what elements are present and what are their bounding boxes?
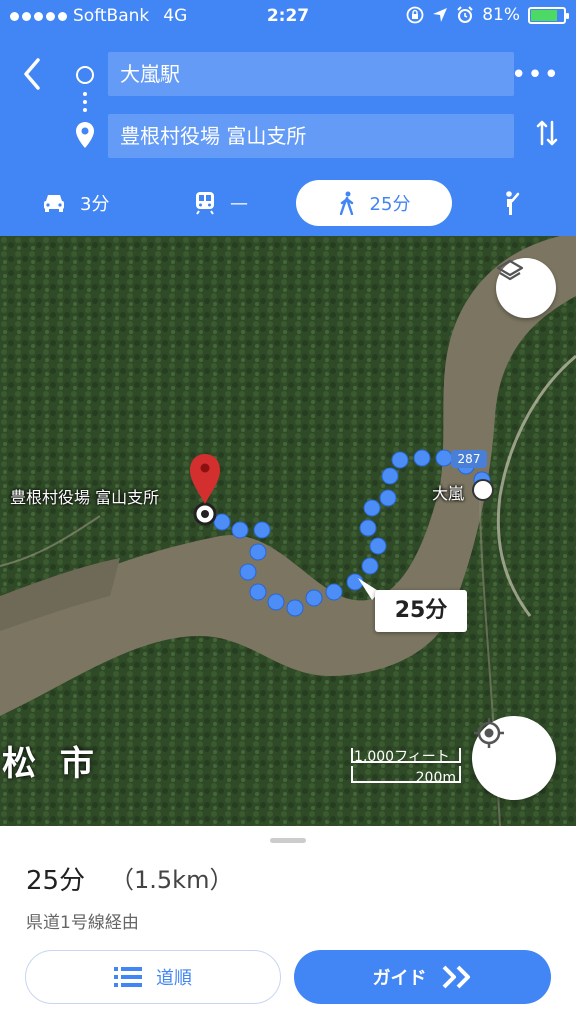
location-arrow-icon [433, 8, 448, 22]
transit-duration: — [230, 192, 248, 214]
mode-transit[interactable]: — [194, 180, 248, 226]
hail-ride-icon [506, 191, 520, 215]
mode-walk[interactable]: 25分 [296, 180, 452, 226]
mode-car[interactable]: 3分 [42, 180, 109, 226]
alarm-icon [457, 6, 473, 23]
rotation-lock-icon [406, 6, 424, 24]
destination-pin-icon [76, 122, 94, 148]
battery-icon [528, 6, 569, 24]
car-duration: 3分 [80, 194, 110, 215]
route-indicator [72, 60, 96, 160]
route-dots-icon [83, 92, 87, 116]
route-distance: （1.5km） [110, 866, 234, 894]
destination-field[interactable]: 豊根村役場 富山支所 [108, 114, 514, 158]
crosshair-icon [474, 718, 504, 748]
origin-field[interactable]: 大嵐駅 [108, 52, 514, 96]
steps-button[interactable]: 道順 [25, 950, 281, 1004]
city-label: 松 市 [2, 744, 100, 784]
walk-icon [339, 191, 353, 215]
sheet-drag-handle[interactable] [270, 838, 306, 843]
car-icon [44, 195, 64, 212]
route-via: 県道1号線経由 [26, 913, 139, 933]
back-icon[interactable] [18, 56, 48, 92]
duration-callout[interactable]: 25分 [375, 590, 467, 632]
status-right: 81% [406, 5, 569, 25]
my-location-button[interactable] [472, 716, 556, 800]
origin-circle-icon [76, 66, 94, 84]
travel-modes: 3分 — 25分 [0, 180, 576, 226]
list-icon [114, 967, 142, 987]
route-summary-sheet: 25分 （1.5km） 県道1号線経由 道順 ガイド [0, 826, 576, 1024]
guide-label: ガイド [372, 968, 427, 989]
origin-map-label: 大嵐 [432, 484, 465, 503]
layers-icon [496, 259, 524, 281]
double-chevron-right-icon [442, 965, 470, 989]
mode-ride[interactable] [500, 180, 522, 226]
guide-button[interactable]: ガイド [294, 950, 551, 1004]
swap-icon[interactable] [536, 118, 558, 148]
more-options-icon[interactable]: ••• [511, 60, 560, 90]
status-bar: SoftBank 4G 2:27 81% [0, 0, 576, 34]
layers-button[interactable] [496, 258, 556, 318]
scale-feet: 1,000フィート [354, 749, 450, 765]
header: SoftBank 4G 2:27 81% 大嵐駅 豊根村役場 富山支所 ••• … [0, 0, 576, 236]
route-number-badge: 287 [451, 450, 487, 468]
origin-marker-icon [472, 479, 494, 501]
battery-percent: 81% [482, 5, 520, 25]
map-view[interactable]: 豊根村役場 富山支所 大嵐 287 25分 松 市 1,000フィート 200m [0, 236, 576, 826]
train-icon [196, 192, 214, 215]
scale-meters: 200m [415, 770, 456, 786]
destination-map-label: 豊根村役場 富山支所 [10, 488, 160, 507]
route-duration: 25分 [26, 866, 86, 896]
scale-bar: 1,000フィート 200m [350, 746, 460, 786]
walk-duration: 25分 [369, 194, 411, 215]
steps-label: 道順 [156, 968, 192, 989]
